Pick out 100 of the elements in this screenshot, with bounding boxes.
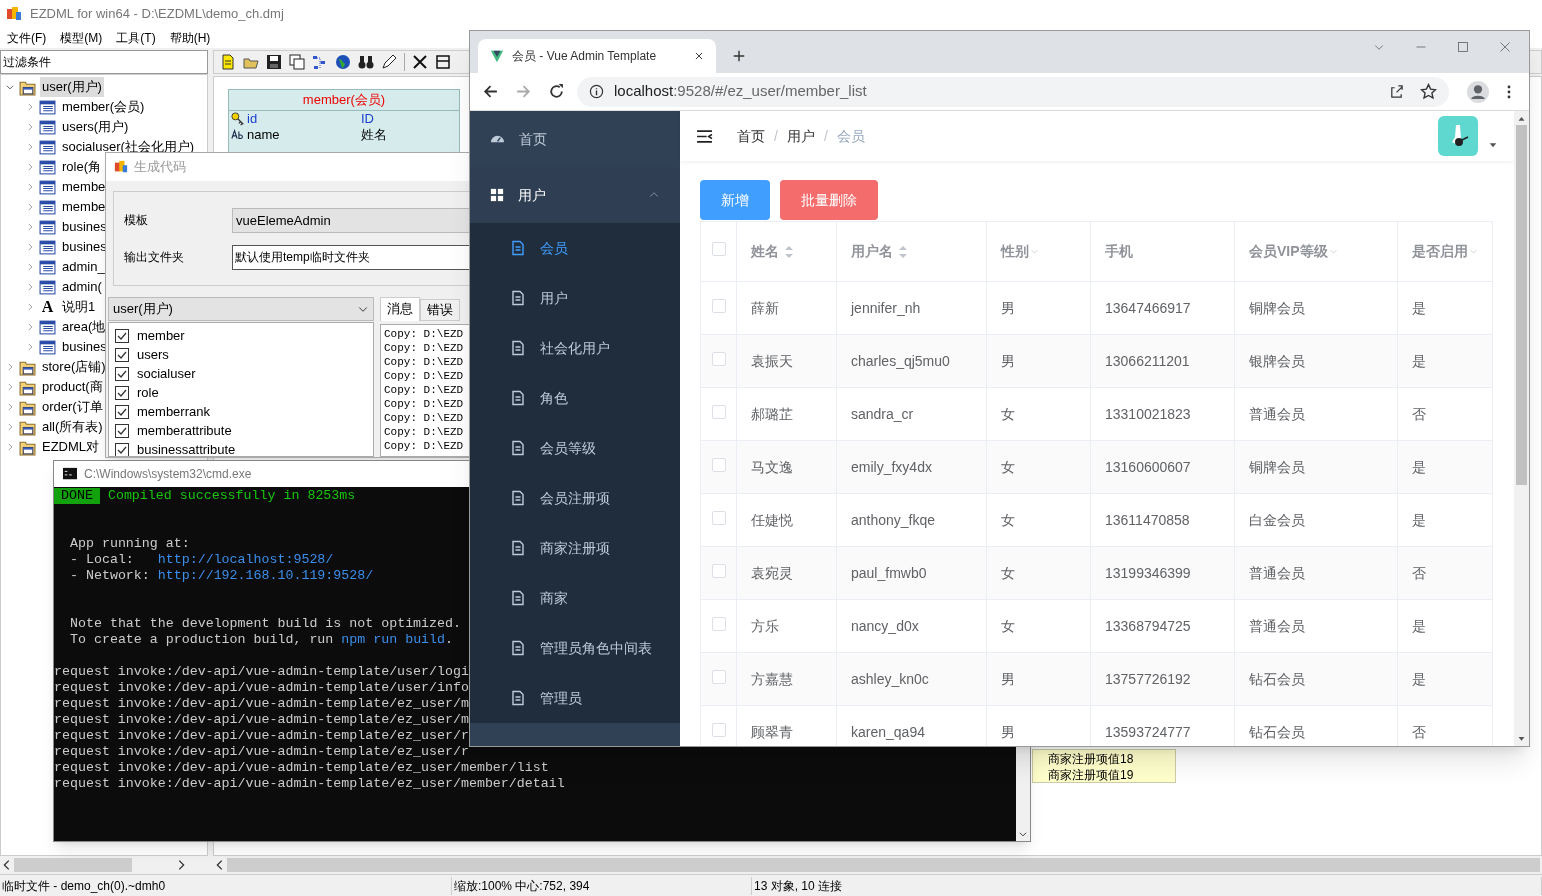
checkbox[interactable]: [115, 385, 129, 400]
filter-field[interactable]: 过滤条件: [0, 50, 208, 74]
tab[interactable]: 消息: [380, 297, 420, 321]
form-label: 输出文件夹: [124, 249, 185, 266]
reload-icon[interactable]: [548, 83, 565, 100]
entity-title: member(会员): [229, 90, 459, 111]
maximize-icon[interactable]: [1457, 41, 1469, 53]
layout-icon[interactable]: [312, 54, 328, 70]
tree-item[interactable]: admin_: [60, 257, 107, 277]
checkbox[interactable]: [115, 347, 129, 362]
sort-icon[interactable]: [898, 244, 908, 259]
document-icon: [510, 290, 526, 306]
forward-icon[interactable]: [515, 83, 532, 100]
console-link[interactable]: npm run build: [341, 632, 446, 647]
table-cell: 是: [1412, 352, 1426, 369]
breadcrumb-item[interactable]: 首页: [737, 125, 765, 147]
submenu-label: 管理员: [540, 688, 582, 708]
menu-item[interactable]: 工具(T): [111, 29, 161, 47]
menu-item[interactable]: 帮助(H): [164, 29, 216, 47]
tree-item[interactable]: area(地: [60, 317, 108, 337]
grid-icon: [490, 188, 504, 202]
tree-item[interactable]: order(订单: [40, 397, 105, 417]
tab[interactable]: 错误: [420, 299, 460, 321]
pencil-icon[interactable]: [381, 54, 397, 70]
close-icon[interactable]: [694, 51, 704, 61]
console-link[interactable]: http://localhost:9528/: [157, 552, 334, 567]
tree-item[interactable]: all(所有表): [40, 417, 105, 437]
table-cell: paul_fmwb0: [851, 564, 927, 581]
table-icon: [39, 138, 56, 156]
checkbox[interactable]: [115, 366, 129, 381]
table-cell: 普通会员: [1249, 564, 1305, 581]
expand-icon[interactable]: [5, 362, 15, 372]
tree-item[interactable]: busines: [60, 337, 109, 357]
expand-icon[interactable]: [5, 382, 15, 392]
tree-item[interactable]: role(角: [60, 157, 103, 177]
console-line: Note that the development build is not optimized.: [70, 616, 461, 632]
model-select[interactable]: user(用户): [108, 297, 374, 321]
tree-item[interactable]: membe: [60, 197, 108, 217]
filter-icon[interactable]: [1328, 247, 1338, 256]
tree-item[interactable]: user(用户): [40, 77, 104, 97]
checkbox[interactable]: [115, 442, 129, 456]
tree-item[interactable]: membe: [60, 177, 108, 197]
tree-item[interactable]: users(用户): [60, 117, 131, 137]
browser-tab[interactable]: 会员 - Vue Admin Template: [478, 39, 716, 73]
table-cell: 是: [1412, 511, 1426, 528]
binoculars-icon[interactable]: [358, 54, 374, 70]
menu-item[interactable]: 文件(F): [2, 29, 52, 47]
breadcrumb-item[interactable]: 用户: [786, 125, 815, 147]
console-line: request invoke:/dev-api/vue-admin-template/ez_user/member/list: [54, 760, 549, 776]
hamburger-icon[interactable]: [696, 127, 713, 145]
tree-item[interactable]: EZDML对: [40, 437, 102, 457]
tree-item[interactable]: 说明1: [60, 297, 98, 317]
checkbox-label: member: [137, 326, 185, 345]
table-icon: [39, 278, 56, 296]
save-icon[interactable]: [266, 54, 282, 70]
copy-icon[interactable]: [289, 54, 305, 70]
table-cell: 女: [1001, 564, 1015, 581]
address-bar[interactable]: localhost:9528/#/ez_user/member_list: [577, 76, 1449, 107]
expand-icon[interactable]: [5, 442, 15, 452]
console-link[interactable]: http://192.168.10.119:9528/: [157, 568, 374, 583]
checkbox[interactable]: [115, 328, 129, 343]
table-cell: 银牌会员: [1249, 352, 1305, 369]
sidebar-item[interactable]: 用户: [470, 167, 680, 223]
table-cell: 铜牌会员: [1249, 458, 1305, 475]
window-icon[interactable]: [435, 54, 451, 70]
console-title: C:\Windows\system32\cmd.exe: [84, 466, 252, 483]
new-tab-icon[interactable]: [732, 49, 746, 63]
globe-icon[interactable]: [335, 54, 351, 70]
table-cell: karen_qa94: [851, 723, 925, 740]
scroll-down-icon[interactable]: [1517, 734, 1526, 743]
tree-item[interactable]: admin(: [60, 277, 104, 297]
expand-icon[interactable]: [5, 402, 15, 412]
menu-item[interactable]: 模型(M): [55, 29, 108, 47]
console-line: request invoke:/dev-api/vue-admin-template/ez_user/r: [54, 728, 469, 744]
filter-icon[interactable]: [1469, 247, 1478, 256]
form-label: 模板: [124, 212, 149, 229]
profile-icon[interactable]: [1467, 80, 1489, 103]
scroll-down-icon[interactable]: [1018, 829, 1028, 839]
url-text: localhost:9528/#/ez_user/member_list: [614, 81, 868, 102]
sort-icon[interactable]: [784, 244, 794, 259]
filter-icon[interactable]: [1030, 247, 1039, 256]
tree-item[interactable]: busines: [60, 217, 109, 237]
tree-item[interactable]: member(会员): [60, 97, 147, 117]
star-icon[interactable]: [1420, 83, 1437, 100]
status-text: 临时文件 - demo_ch(0).~dmh0: [0, 876, 452, 895]
delete-icon[interactable]: [412, 54, 428, 70]
done-badge: DONE: [54, 487, 100, 504]
collapse-icon[interactable]: [5, 82, 15, 92]
tree-item[interactable]: busines: [60, 237, 109, 257]
checkbox[interactable]: [115, 404, 129, 419]
back-icon[interactable]: [482, 83, 499, 100]
sidebar-item[interactable]: 首页: [470, 111, 680, 167]
checkbox-label: memberattribute: [137, 421, 232, 440]
share-icon[interactable]: [1389, 84, 1404, 99]
expand-icon[interactable]: [5, 422, 15, 432]
scroll-up-icon[interactable]: [1517, 114, 1526, 123]
tree-item[interactable]: store(店铺): [40, 357, 108, 377]
tree-item[interactable]: product(商: [40, 377, 105, 397]
new-file-icon[interactable]: [220, 54, 236, 70]
checkbox[interactable]: [115, 423, 129, 438]
